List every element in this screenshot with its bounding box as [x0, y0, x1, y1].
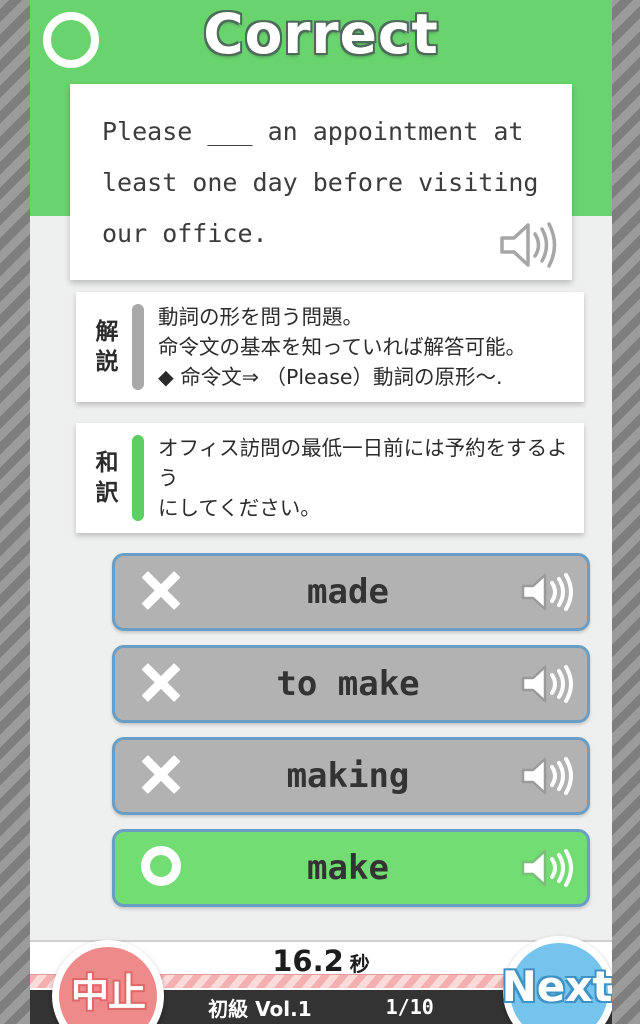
- explanation-label: 解説: [95, 319, 119, 375]
- explanation-text: 動詞の形を問う問題。 命令文の基本を知っていれば解答可能。 ◆ 命令文⇒ （Pl…: [158, 305, 526, 389]
- speaker-icon[interactable]: [509, 844, 587, 892]
- answer-choice-3[interactable]: making: [112, 737, 590, 815]
- explanation-panel: 解説 動詞の形を問う問題。 命令文の基本を知っていれば解答可能。 ◆ 命令文⇒ …: [76, 292, 584, 402]
- question-card: Please ___ an appointment at least one d…: [70, 84, 572, 280]
- answer-choice-label: to make: [276, 664, 420, 704]
- level-label: 初級 Vol.1: [208, 996, 312, 1021]
- app-screen: Correct Please ___ an appointment at lea…: [30, 0, 612, 1024]
- speaker-icon[interactable]: [509, 568, 587, 616]
- speaker-icon[interactable]: [496, 218, 560, 272]
- timer-value: 16.2: [272, 944, 344, 978]
- answer-choice-label: make: [307, 848, 389, 888]
- stop-button-label: 中止: [70, 970, 146, 1015]
- timer-unit: 秒: [349, 952, 370, 976]
- translation-accent-bar: [132, 435, 144, 521]
- answer-choice-label: making: [286, 756, 410, 796]
- translation-label: 和訳: [95, 450, 119, 506]
- answer-choice-2[interactable]: to make: [112, 645, 590, 723]
- answer-choice-4[interactable]: make: [112, 829, 590, 907]
- answer-choice-1[interactable]: made: [112, 553, 590, 631]
- info-panels: 解説 動詞の形を問う問題。 命令文の基本を知っていれば解答可能。 ◆ 命令文⇒ …: [76, 292, 584, 533]
- answer-choice-label: made: [307, 572, 389, 612]
- next-button-label: Next: [501, 961, 612, 1011]
- explanation-accent-bar: [132, 304, 144, 390]
- bottom-bar: 16.2 秒 初級 Vol.1 1/10 中止 Next: [30, 932, 612, 1024]
- page-title: Correct: [203, 2, 439, 66]
- question-text: Please ___ an appointment at least one d…: [102, 117, 554, 248]
- answer-choices: made to make making make: [112, 553, 590, 907]
- question-progress-label: 1/10: [385, 995, 434, 1019]
- speaker-icon[interactable]: [509, 752, 587, 800]
- speaker-icon[interactable]: [509, 660, 587, 708]
- translation-panel: 和訳 オフィス訪問の最低一日前には予約をするよう にしてください。: [76, 423, 584, 533]
- translation-text: オフィス訪問の最低一日前には予約をするよう にしてください。: [158, 436, 568, 520]
